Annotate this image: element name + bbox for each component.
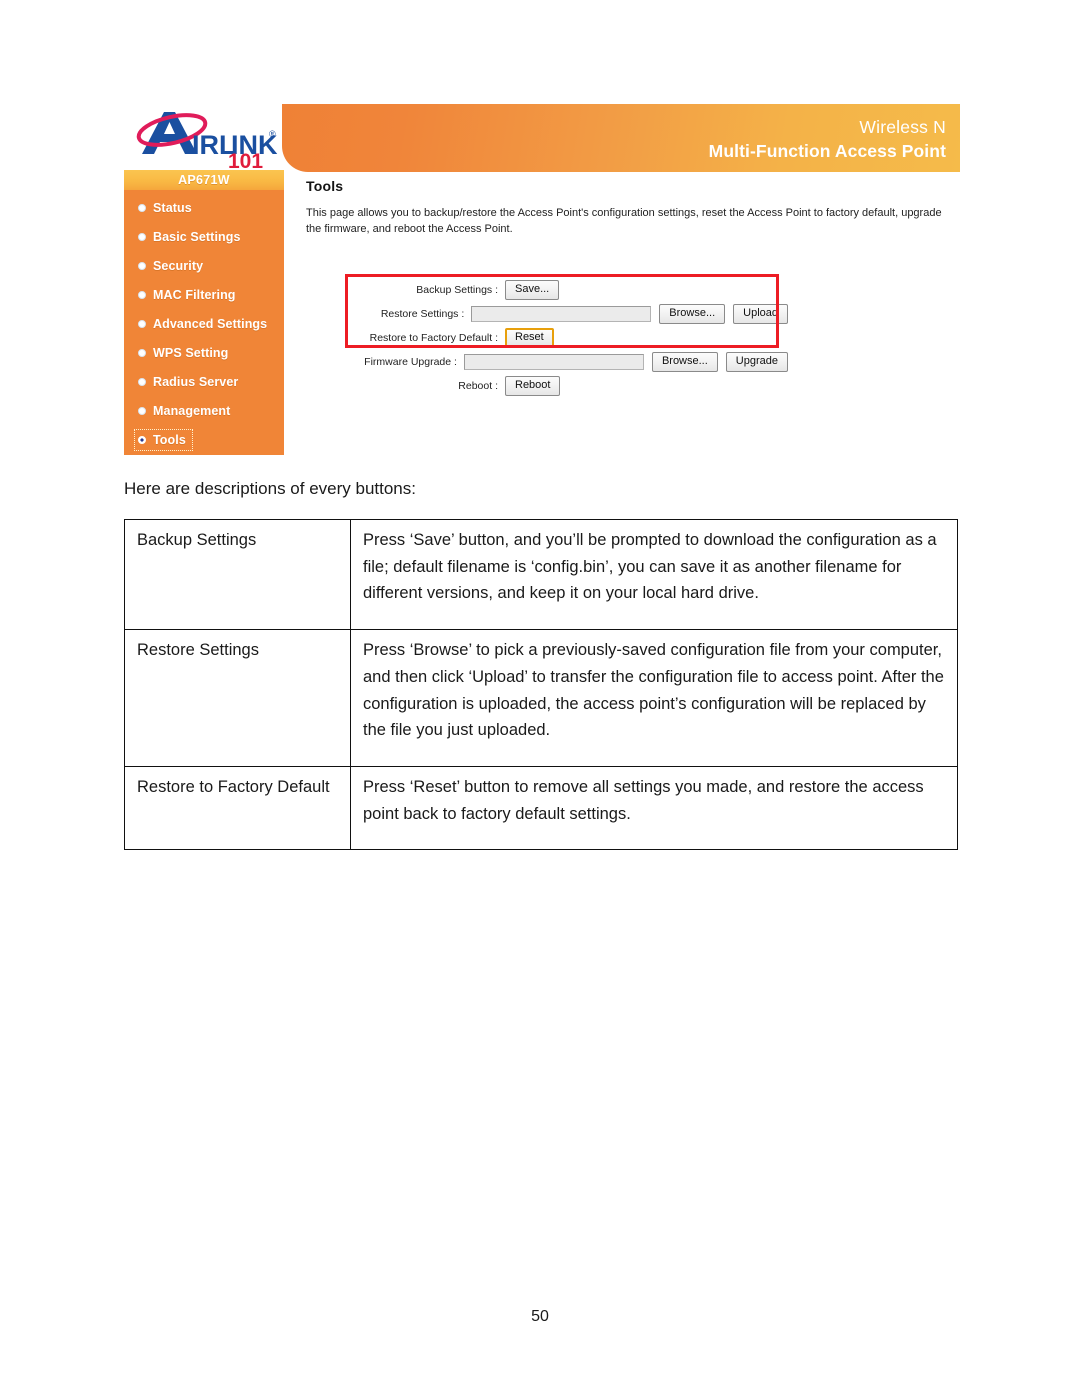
banner-line-wireless-n: Wireless N xyxy=(859,117,946,137)
sidebar-item-tools[interactable]: Tools xyxy=(134,429,193,451)
firmware-upgrade-label: Firmware Upgrade : xyxy=(364,356,457,368)
restore-browse-button[interactable]: Browse... xyxy=(659,304,726,324)
upgrade-button[interactable]: Upgrade xyxy=(725,352,788,372)
form-row-reboot: Reboot : Reboot xyxy=(348,374,788,398)
restore-factory-default-label: Restore to Factory Default : xyxy=(369,332,498,344)
sidebar-item-management[interactable]: Management xyxy=(124,401,284,421)
sidebar-model-label: AP671W xyxy=(124,170,284,190)
table-cell-term: Backup Settings xyxy=(124,518,351,631)
sidebar-item-label: Management xyxy=(153,404,231,418)
table-cell-term: Restore to Factory Default xyxy=(124,766,351,851)
bullet-icon xyxy=(138,262,146,270)
table-row: Backup Settings Press ‘Save’ button, and… xyxy=(124,518,958,631)
sidebar-item-label: Basic Settings xyxy=(153,230,241,244)
bullet-icon xyxy=(138,204,146,212)
sidebar-item-radius-server[interactable]: Radius Server xyxy=(124,372,284,392)
page-title: Tools xyxy=(306,178,344,194)
table-row: Restore to Factory Default Press ‘Reset’… xyxy=(124,766,958,851)
sidebar-nav: Status Basic Settings Security MAC Filte… xyxy=(124,190,284,451)
bullet-icon xyxy=(138,233,146,241)
table-cell-term: Restore Settings xyxy=(124,629,351,768)
sidebar-item-label: Radius Server xyxy=(153,375,239,389)
bullet-icon xyxy=(138,349,146,357)
svg-text:®: ® xyxy=(269,129,276,139)
reboot-label: Reboot : xyxy=(458,380,498,392)
sidebar-item-advanced-settings[interactable]: Advanced Settings xyxy=(124,314,284,334)
banner-line-product: Multi-Function Access Point xyxy=(708,141,946,162)
sidebar-item-security[interactable]: Security xyxy=(124,256,284,276)
table-row: Restore Settings Press ‘Browse’ to pick … xyxy=(124,629,958,768)
sidebar-item-label: MAC Filtering xyxy=(153,288,236,302)
sidebar-item-label: WPS Setting xyxy=(153,346,229,360)
form-row-backup-settings: Backup Settings : Save... xyxy=(348,278,788,302)
save-button[interactable]: Save... xyxy=(505,280,560,300)
page-number: 50 xyxy=(531,1308,549,1325)
restore-file-input[interactable] xyxy=(471,306,652,322)
tools-form: Backup Settings : Save... Restore Settin… xyxy=(345,274,788,398)
page-description: This page allows you to backup/restore t… xyxy=(306,207,942,235)
content-panel: Tools This page allows you to backup/res… xyxy=(288,178,960,396)
sidebar-item-status[interactable]: Status xyxy=(124,198,284,218)
restore-settings-label: Restore Settings : xyxy=(380,308,465,320)
form-row-restore-settings: Restore Settings : Browse... Upload xyxy=(348,302,788,326)
airlink-logo: IRL INK ® 101 xyxy=(130,102,278,170)
reset-button[interactable]: Reset xyxy=(505,328,554,348)
firmware-browse-button[interactable]: Browse... xyxy=(651,352,718,372)
firmware-file-input[interactable] xyxy=(463,354,644,370)
sidebar-item-mac-filtering[interactable]: MAC Filtering xyxy=(124,285,284,305)
bullet-icon xyxy=(138,291,146,299)
banner-text: Wireless N Multi-Function Access Point xyxy=(709,115,946,163)
sidebar-item-label: Tools xyxy=(153,433,186,447)
sidebar-item-label: Status xyxy=(153,201,192,215)
upload-button[interactable]: Upload xyxy=(733,304,788,324)
table-cell-description: Press ‘Browse’ to pick a previously-save… xyxy=(350,629,958,768)
form-row-restore-factory-default: Restore to Factory Default : Reset xyxy=(348,326,788,350)
sidebar-item-label: Security xyxy=(153,259,204,273)
table-cell-description: Press ‘Save’ button, and you’ll be promp… xyxy=(350,518,958,631)
form-row-firmware-upgrade: Firmware Upgrade : Browse... Upgrade xyxy=(348,350,788,374)
sidebar: AP671W Status Basic Settings Security MA… xyxy=(124,170,284,455)
sidebar-item-wps-setting[interactable]: WPS Setting xyxy=(124,343,284,363)
bullet-icon xyxy=(138,320,146,328)
bullet-icon xyxy=(138,436,146,444)
router-admin-screenshot: Wireless N Multi-Function Access Point I… xyxy=(124,100,960,460)
svg-text:101: 101 xyxy=(228,150,263,170)
table-cell-description: Press ‘Reset’ button to remove all setti… xyxy=(350,766,958,851)
sidebar-item-basic-settings[interactable]: Basic Settings xyxy=(124,227,284,247)
bullet-icon xyxy=(138,407,146,415)
bullet-icon xyxy=(138,378,146,386)
button-descriptions-table: Backup Settings Press ‘Save’ button, and… xyxy=(124,518,958,851)
descriptions-intro: Here are descriptions of every buttons: xyxy=(124,479,416,498)
product-banner: Wireless N Multi-Function Access Point xyxy=(282,104,960,172)
reboot-button[interactable]: Reboot xyxy=(505,376,561,396)
backup-settings-label: Backup Settings : xyxy=(416,284,498,296)
sidebar-item-label: Advanced Settings xyxy=(153,317,268,331)
